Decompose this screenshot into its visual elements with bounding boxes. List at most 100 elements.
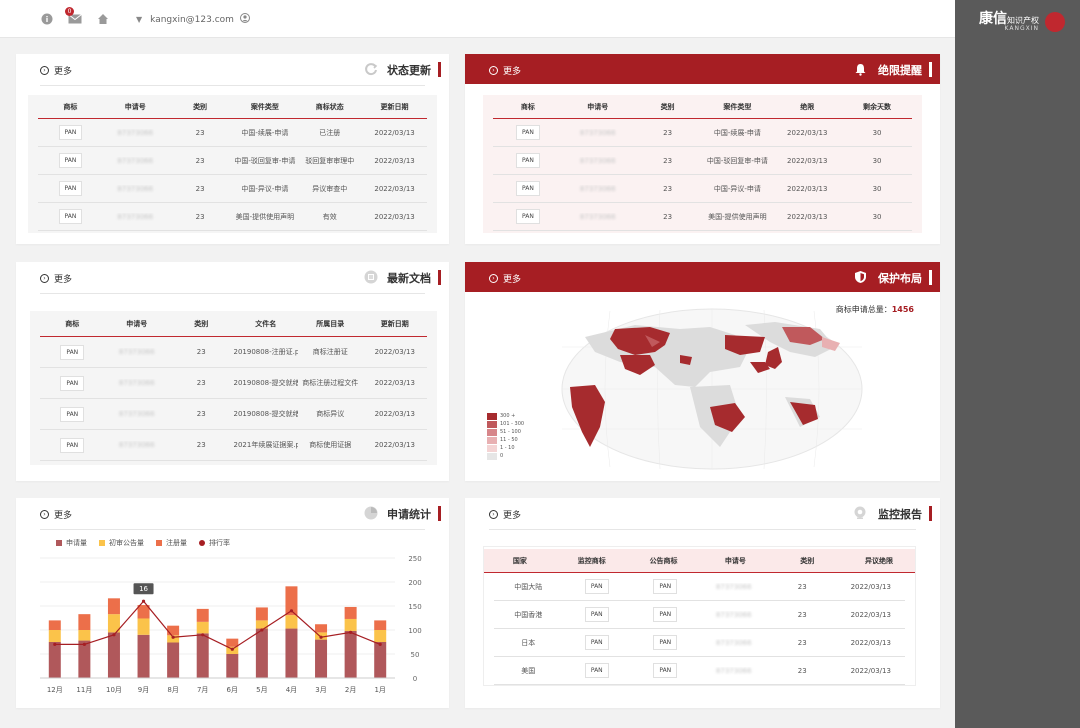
table-row[interactable]: PAN 87373066 23 20190808-提交就绪.pdf商标注册过程文件 20… xyxy=(40,368,427,399)
column-header[interactable]: 类别 xyxy=(169,319,234,329)
table-row[interactable]: 日本 PAN PAN 87373066 23 2022/03/13 xyxy=(494,629,905,657)
application-number[interactable]: 87373066 xyxy=(119,348,155,356)
application-number[interactable]: 87373066 xyxy=(119,379,155,387)
trademark-thumbnail[interactable]: PAN xyxy=(516,209,540,224)
column-header[interactable]: 商标状态 xyxy=(297,102,362,112)
bar-segment[interactable] xyxy=(226,654,239,678)
chart-legend-item[interactable]: 排行率 xyxy=(199,538,230,548)
trademark-thumbnail[interactable]: PAN xyxy=(60,437,85,453)
legend-item[interactable]: 300 + xyxy=(487,412,524,420)
table-row[interactable]: PAN 87373066 23 中国-续展-申请 已注册 2022/03/13 xyxy=(38,119,427,147)
chart-legend-item[interactable]: 申请量 xyxy=(56,538,87,548)
trademark-thumbnail[interactable]: PAN xyxy=(58,209,83,224)
bar-segment[interactable] xyxy=(344,606,357,619)
trademark-thumbnail[interactable]: PAN xyxy=(516,181,540,196)
application-number[interactable]: 87373066 xyxy=(716,583,752,591)
legend-item[interactable]: 0 xyxy=(487,452,524,460)
more-link[interactable]: › 更多 xyxy=(40,272,72,285)
bar-segment[interactable] xyxy=(255,607,268,621)
table-row[interactable]: PAN 87373066 23 2021年续展证据案.pdf 商标使用证据 2022/03… xyxy=(40,430,427,461)
table-row[interactable]: 中国大陆 PAN PAN 87373066 23 2022/03/13 xyxy=(494,573,905,601)
application-stats-chart[interactable]: 0 50 100 150 200 250 1月 2月 3月 4月 5月 6月 7月 8月 9月 10月 11月 1… xyxy=(30,550,440,700)
column-header[interactable]: 更新日期 xyxy=(362,102,427,112)
application-number[interactable]: 87373066 xyxy=(119,410,155,418)
table-row[interactable]: 美国 PAN PAN 87373066 23 2022/03/13 xyxy=(494,657,905,685)
trend-point[interactable] xyxy=(82,642,86,646)
chart-legend-item[interactable]: 初审公告量 xyxy=(99,538,144,548)
trend-point[interactable] xyxy=(230,647,234,651)
application-number[interactable]: 87373066 xyxy=(117,185,153,193)
more-link[interactable]: › 更多 xyxy=(489,508,521,521)
legend-item[interactable]: 11 - 50 xyxy=(487,436,524,444)
table-row[interactable]: PAN 87373066 23 中国-驳回复审-申请 2022/03/13 30 xyxy=(493,147,912,175)
bar-segment[interactable] xyxy=(48,642,61,678)
column-header[interactable]: 案件类型 xyxy=(232,102,297,112)
column-header[interactable]: 文件名 xyxy=(234,319,299,329)
trend-point[interactable] xyxy=(378,642,382,646)
bar-segment[interactable] xyxy=(196,608,209,622)
trademark-thumbnail[interactable]: PAN xyxy=(584,635,609,650)
column-header[interactable]: 案件类型 xyxy=(702,102,772,112)
trademark-thumbnail[interactable]: PAN xyxy=(584,663,609,678)
legend-item[interactable]: 1 - 10 xyxy=(487,444,524,452)
chevron-down-icon[interactable]: ▼ xyxy=(136,15,142,24)
column-header[interactable]: 商标 xyxy=(493,102,563,112)
bar-segment[interactable] xyxy=(167,642,180,678)
trademark-thumbnail[interactable]: PAN xyxy=(516,153,540,168)
trademark-thumbnail[interactable]: PAN xyxy=(60,406,85,422)
column-header[interactable]: 申请号 xyxy=(563,102,633,112)
bar-segment[interactable] xyxy=(196,621,209,634)
bar-segment[interactable] xyxy=(78,630,91,641)
file-name[interactable]: 2021年续展证据案.pdf xyxy=(234,441,299,449)
trademark-thumbnail[interactable]: PAN xyxy=(58,181,83,196)
trademark-thumbnail[interactable]: PAN xyxy=(584,579,609,594)
application-number[interactable]: 87373066 xyxy=(117,129,153,137)
bar-segment[interactable] xyxy=(48,620,61,630)
column-header[interactable]: 国家 xyxy=(484,556,556,566)
trademark-thumbnail[interactable]: PAN xyxy=(653,663,678,678)
trademark-thumbnail[interactable]: PAN xyxy=(516,125,540,140)
bar-segment[interactable] xyxy=(48,630,61,642)
trend-point[interactable] xyxy=(319,635,323,639)
trend-point[interactable] xyxy=(171,635,175,639)
trademark-thumbnail[interactable]: PAN xyxy=(58,153,83,168)
bar-segment[interactable] xyxy=(285,615,298,629)
bar-segment[interactable] xyxy=(78,614,91,630)
column-header[interactable]: 类别 xyxy=(771,556,843,566)
legend-item[interactable]: 101 - 300 xyxy=(487,420,524,428)
column-header[interactable]: 所属目录 xyxy=(298,319,363,329)
column-header[interactable]: 更新日期 xyxy=(363,319,428,329)
trend-point[interactable] xyxy=(112,633,116,637)
trademark-thumbnail[interactable]: PAN xyxy=(653,607,678,622)
trademark-thumbnail[interactable]: PAN xyxy=(653,579,678,594)
account-menu[interactable]: ▼ kangxin@123.com xyxy=(136,13,250,26)
bar-segment[interactable] xyxy=(315,624,328,633)
table-row[interactable]: 中国香港 PAN PAN 87373066 23 2022/03/13 xyxy=(494,601,905,629)
bar-segment[interactable] xyxy=(167,625,180,636)
table-row[interactable]: PAN 87373066 23 20190808-注册证.pdf 商标注册证 2022/0… xyxy=(40,337,427,368)
table-row[interactable]: PAN 87373066 23 中国-异议-申请 2022/03/13 30 xyxy=(493,175,912,203)
bar-segment[interactable] xyxy=(137,634,150,678)
trend-point[interactable] xyxy=(349,630,353,634)
file-name[interactable]: 20190808-注册证.pdf xyxy=(234,348,299,356)
application-number[interactable]: 87373066 xyxy=(580,213,616,221)
column-header[interactable]: 监控商标 xyxy=(556,556,628,566)
bar-segment[interactable] xyxy=(196,633,209,678)
table-row[interactable]: PAN 87373066 23 美国-提供使用声明 有效 2022/03/13 xyxy=(38,203,427,231)
legend-item[interactable]: 51 - 100 xyxy=(487,428,524,436)
column-header[interactable]: 公告商标 xyxy=(628,556,700,566)
trademark-thumbnail[interactable]: PAN xyxy=(60,375,85,391)
column-header[interactable]: 类别 xyxy=(633,102,703,112)
table-row[interactable]: PAN 87373066 23 中国-驳回复审-申请 驳回复审审理中 2022/03/13 xyxy=(38,147,427,175)
bar-segment[interactable] xyxy=(374,630,387,642)
table-row[interactable]: PAN 87373066 23 美国-提供使用声明 2022/03/13 30 xyxy=(493,203,912,231)
column-header[interactable]: 类别 xyxy=(168,102,233,112)
more-link[interactable]: › 更多 xyxy=(489,64,521,77)
trademark-thumbnail[interactable]: PAN xyxy=(60,344,85,360)
column-header[interactable]: 申请号 xyxy=(105,319,170,329)
more-link[interactable]: › 更多 xyxy=(40,508,72,521)
column-header[interactable]: 绝限 xyxy=(772,102,842,112)
trademark-thumbnail[interactable]: PAN xyxy=(58,125,83,140)
more-link[interactable]: › 更多 xyxy=(40,64,72,77)
more-link[interactable]: › 更多 xyxy=(489,272,521,285)
